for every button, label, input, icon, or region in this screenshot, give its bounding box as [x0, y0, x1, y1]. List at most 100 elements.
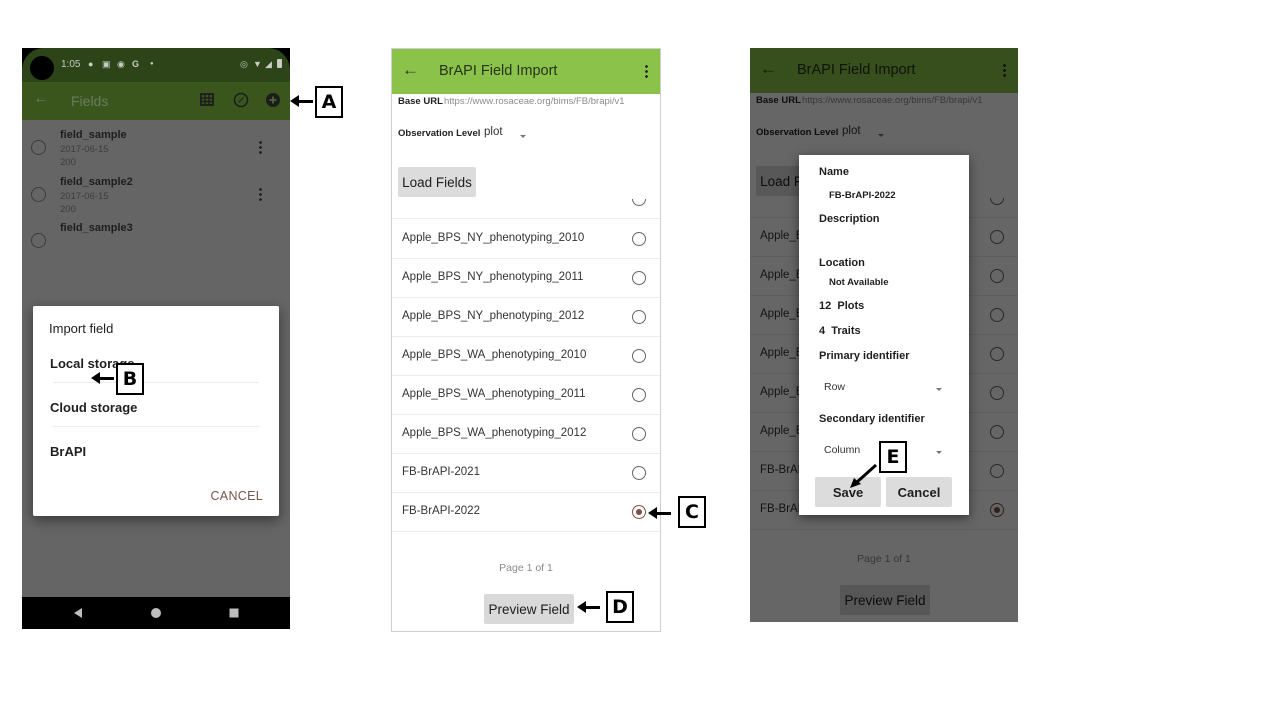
radio-button[interactable]: [632, 310, 646, 324]
radio-button[interactable]: [31, 187, 46, 202]
field-count: 200: [60, 157, 76, 168]
list-item[interactable]: Apple_BPS_NY_phenotyping_2010: [392, 220, 660, 259]
radio-button[interactable]: [632, 466, 646, 480]
field-name: field_sample: [60, 129, 127, 141]
location-label: Location: [819, 257, 865, 269]
list-item[interactable]: Apple_BPS_WA_phenotyping_2012: [392, 415, 660, 454]
callout-b: B: [116, 363, 144, 395]
callout-arrow: [577, 601, 600, 613]
traits-count: 4 Traits: [819, 325, 861, 337]
back-triangle-icon[interactable]: [72, 607, 84, 619]
study-name: Apple_BPS_NY_phenotyping_2011: [402, 271, 584, 283]
study-name: FB-BrAPI-2022: [402, 505, 480, 517]
status-time: 1:05: [61, 59, 81, 70]
page-indicator: Page 1 of 1: [499, 562, 553, 574]
option-brapi[interactable]: BrAPI: [50, 444, 86, 459]
list-item[interactable]: field_sample2 2017-06-15 200: [22, 175, 290, 222]
radio-button[interactable]: [632, 199, 646, 206]
list-item[interactable]: Apple_BPS_WA_phenotyping_2010: [392, 337, 660, 376]
load-fields-button[interactable]: Load Fields: [398, 167, 476, 197]
secondary-identifier-select[interactable]: Column: [824, 444, 860, 456]
fields-toolbar: [22, 82, 290, 120]
radio-button[interactable]: [632, 388, 646, 402]
add-circle-icon[interactable]: [265, 92, 281, 108]
arrow-left-icon[interactable]: ←: [402, 60, 419, 80]
dialog-title: Import field: [49, 321, 114, 336]
field-date: 2017-06-15: [60, 144, 109, 155]
callout-arrow: [850, 463, 878, 488]
camera-cutout: [30, 56, 54, 80]
study-name: Apple_BPS_WA_phenotyping_2010: [402, 349, 587, 361]
plots-count: 12 Plots: [819, 300, 864, 312]
study-name: FB-BrAPI-2021: [402, 466, 480, 478]
more-vert-icon[interactable]: [259, 140, 262, 154]
recents-square-icon[interactable]: [228, 607, 240, 619]
callout-d: D: [606, 591, 634, 623]
dropdown-caret-icon[interactable]: [936, 388, 942, 391]
callout-c: C: [678, 496, 706, 528]
radio-button[interactable]: [31, 233, 46, 248]
callout-a: A: [315, 86, 343, 118]
wifi-icon: ▼: [253, 59, 262, 69]
name-value: FB-BrAPI-2022: [829, 190, 896, 201]
list-item[interactable]: field_sample 2017-06-15 200: [22, 128, 290, 175]
callout-e: E: [879, 441, 907, 473]
option-cloud-storage[interactable]: Cloud storage: [50, 400, 137, 415]
photo-icon: ▣: [102, 59, 111, 69]
callout-arrow: [648, 507, 671, 519]
more-vert-icon[interactable]: [645, 64, 648, 78]
list-item[interactable]: FB-BrAPI-2021: [392, 454, 660, 493]
location-value: Not Available: [829, 277, 889, 288]
base-url-value[interactable]: https://www.rosaceae.org/bims/FB/brapi/v…: [444, 96, 625, 107]
secondary-identifier-label: Secondary identifier: [819, 413, 925, 425]
radio-button[interactable]: [632, 427, 646, 441]
study-list[interactable]: Apple_BPS_NY_phenotyping_2010 Apple_BPS_…: [392, 199, 660, 544]
plots-label: Plots: [837, 300, 865, 312]
list-item[interactable]: [392, 533, 660, 544]
navigation-bar: [22, 597, 290, 629]
list-item[interactable]: [392, 199, 660, 219]
radio-button[interactable]: [632, 271, 646, 285]
home-circle-icon[interactable]: [150, 607, 162, 619]
cancel-button[interactable]: CANCEL: [210, 489, 263, 503]
dropdown-caret-icon[interactable]: [936, 451, 942, 454]
arrow-left-icon[interactable]: ←: [33, 90, 49, 108]
table-add-icon[interactable]: [200, 92, 216, 108]
import-field-dialog: Import field Local storage Cloud storage…: [33, 306, 279, 516]
callout-arrow: [290, 95, 313, 107]
more-vert-icon[interactable]: [259, 187, 262, 201]
google-icon: G: [132, 59, 140, 69]
list-item[interactable]: Apple_BPS_NY_phenotyping_2012: [392, 298, 660, 337]
dot-icon: ●: [150, 61, 154, 67]
fields-list: field_sample 2017-06-15 200 field_sample…: [22, 120, 290, 597]
toolbar: ← BrAPI Field Import: [392, 49, 660, 94]
study-name: Apple_BPS_NY_phenotyping_2010: [402, 232, 585, 244]
radio-button[interactable]: [632, 349, 646, 363]
field-name: field_sample3: [60, 222, 133, 234]
radio-button-selected[interactable]: [632, 505, 646, 519]
observation-level-select[interactable]: plot: [484, 126, 503, 138]
radio-button[interactable]: [31, 140, 46, 155]
observation-level-label: Observation Level: [398, 128, 481, 139]
ball-icon: ◉: [117, 59, 125, 69]
location-pin-icon: ●: [88, 59, 94, 69]
dropdown-caret-icon[interactable]: [520, 135, 526, 138]
field-name: field_sample2: [60, 176, 133, 188]
list-item[interactable]: Apple_BPS_WA_phenotyping_2011: [392, 376, 660, 415]
traits-number: 4: [819, 325, 826, 337]
fields-screen: 1:05 ● ▣ ◉ G ● ◎ ▼ ◢ ← Fields field_samp…: [22, 48, 290, 629]
radio-button[interactable]: [632, 232, 646, 246]
list-item-selected[interactable]: FB-BrAPI-2022: [392, 493, 660, 532]
list-item[interactable]: Apple_BPS_NY_phenotyping_2011: [392, 259, 660, 298]
primary-identifier-label: Primary identifier: [819, 350, 910, 362]
divider: [53, 426, 259, 427]
preview-field-button[interactable]: Preview Field: [484, 594, 574, 624]
primary-identifier-select[interactable]: Row: [824, 381, 845, 393]
cancel-button[interactable]: Cancel: [886, 477, 952, 507]
compass-icon[interactable]: [233, 92, 249, 108]
list-item[interactable]: field_sample3: [22, 221, 290, 268]
name-label: Name: [819, 166, 849, 178]
brapi-field-import-screen: ← BrAPI Field Import Base URL https://ww…: [391, 48, 661, 632]
toolbar-title: Fields: [71, 93, 109, 109]
traits-label: Traits: [831, 325, 861, 337]
